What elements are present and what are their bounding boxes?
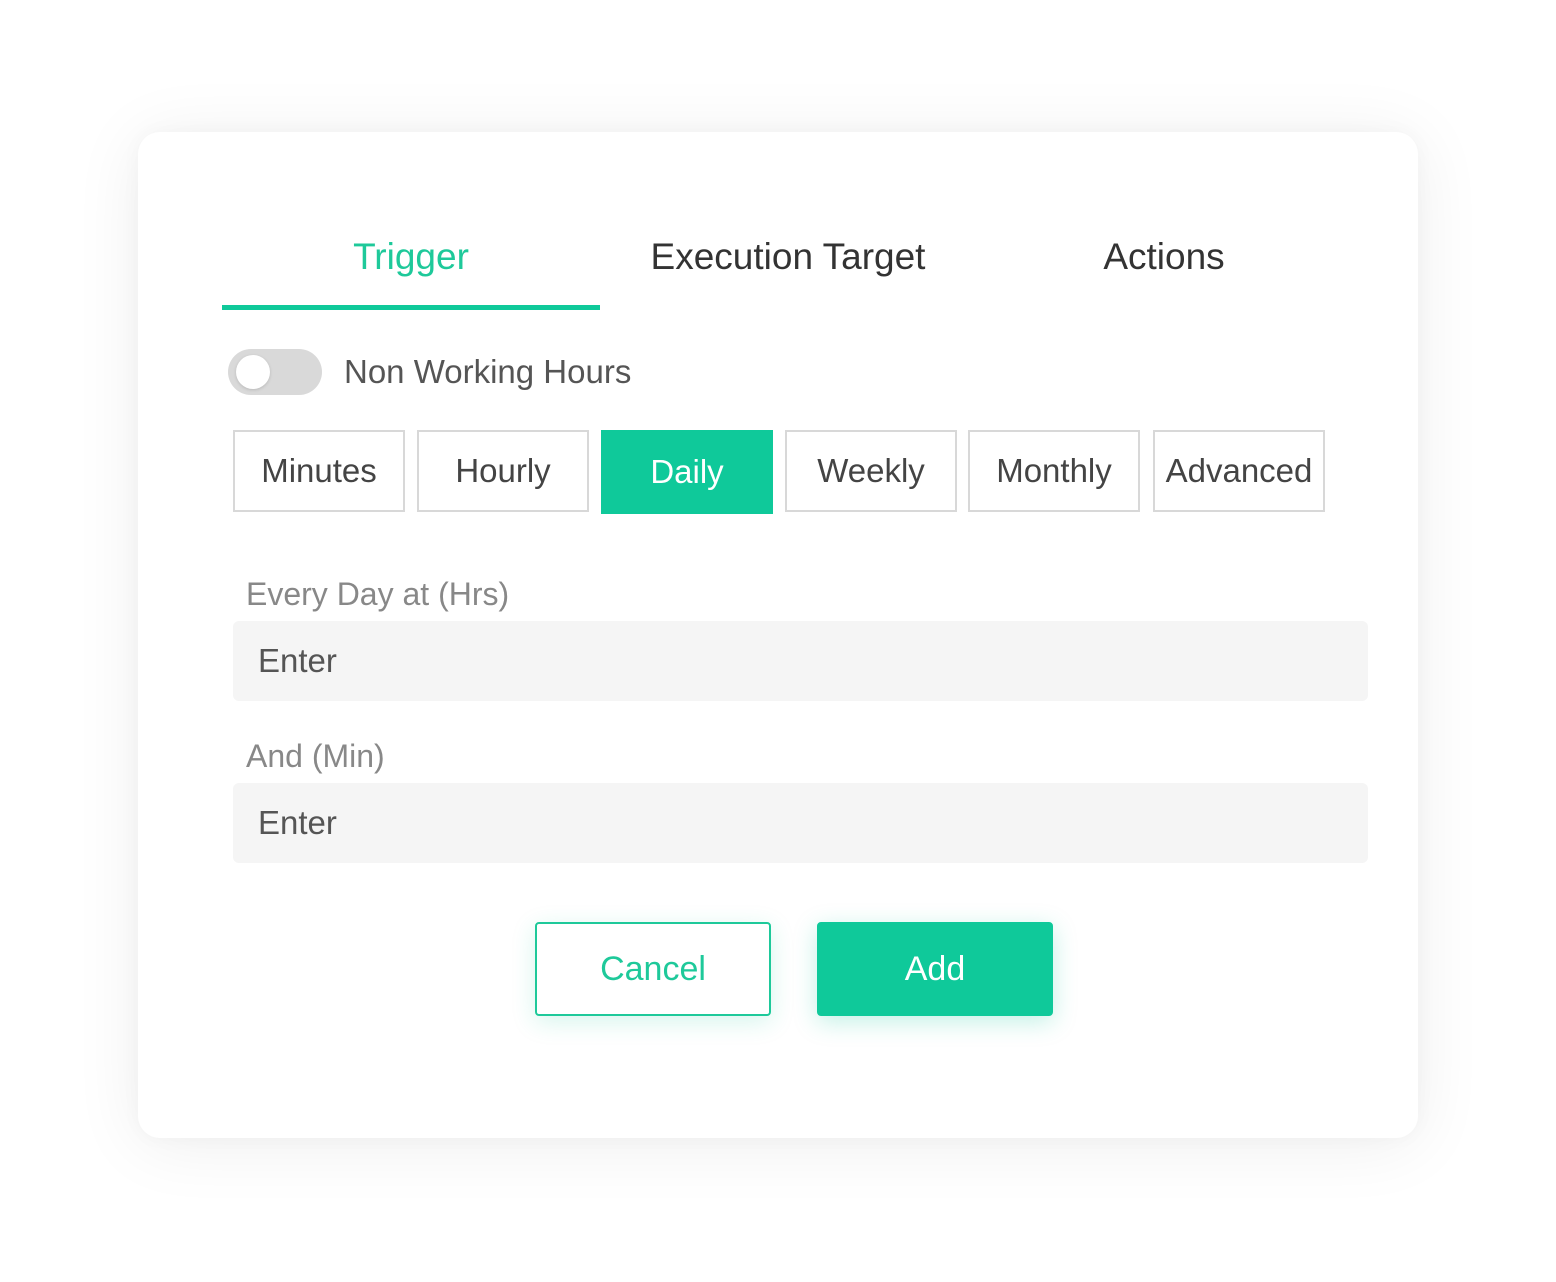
- add-button[interactable]: Add: [817, 922, 1053, 1016]
- tab-execution-target-label: Execution Target: [650, 236, 926, 277]
- tab-execution-target[interactable]: Execution Target: [600, 222, 976, 312]
- minutes-input[interactable]: [233, 783, 1368, 863]
- non-working-hours-toggle[interactable]: [228, 349, 322, 395]
- frequency-advanced-button[interactable]: Advanced: [1153, 430, 1325, 512]
- hours-input[interactable]: [233, 621, 1368, 701]
- cancel-button[interactable]: Cancel: [535, 922, 771, 1016]
- non-working-hours-row: Non Working Hours: [228, 347, 631, 397]
- non-working-hours-label: Non Working Hours: [344, 353, 632, 390]
- tab-trigger-label: Trigger: [353, 236, 469, 277]
- toggle-knob: [236, 355, 270, 389]
- frequency-monthly-button[interactable]: Monthly: [968, 430, 1140, 512]
- tab-trigger[interactable]: Trigger: [222, 222, 600, 312]
- tab-actions-label: Actions: [1103, 236, 1225, 277]
- active-tab-indicator: [222, 305, 600, 310]
- hours-field-label: Every Day at (Hrs): [246, 576, 510, 612]
- minutes-field-label: And (Min): [246, 738, 385, 774]
- frequency-daily-button[interactable]: Daily: [601, 430, 773, 514]
- frequency-weekly-button[interactable]: Weekly: [785, 430, 957, 512]
- tab-actions[interactable]: Actions: [976, 222, 1352, 312]
- schedule-dialog: Trigger Execution Target Actions Non Wor…: [138, 132, 1418, 1138]
- frequency-hourly-button[interactable]: Hourly: [417, 430, 589, 512]
- frequency-minutes-button[interactable]: Minutes: [233, 430, 405, 512]
- tab-bar: Trigger Execution Target Actions: [222, 222, 1352, 312]
